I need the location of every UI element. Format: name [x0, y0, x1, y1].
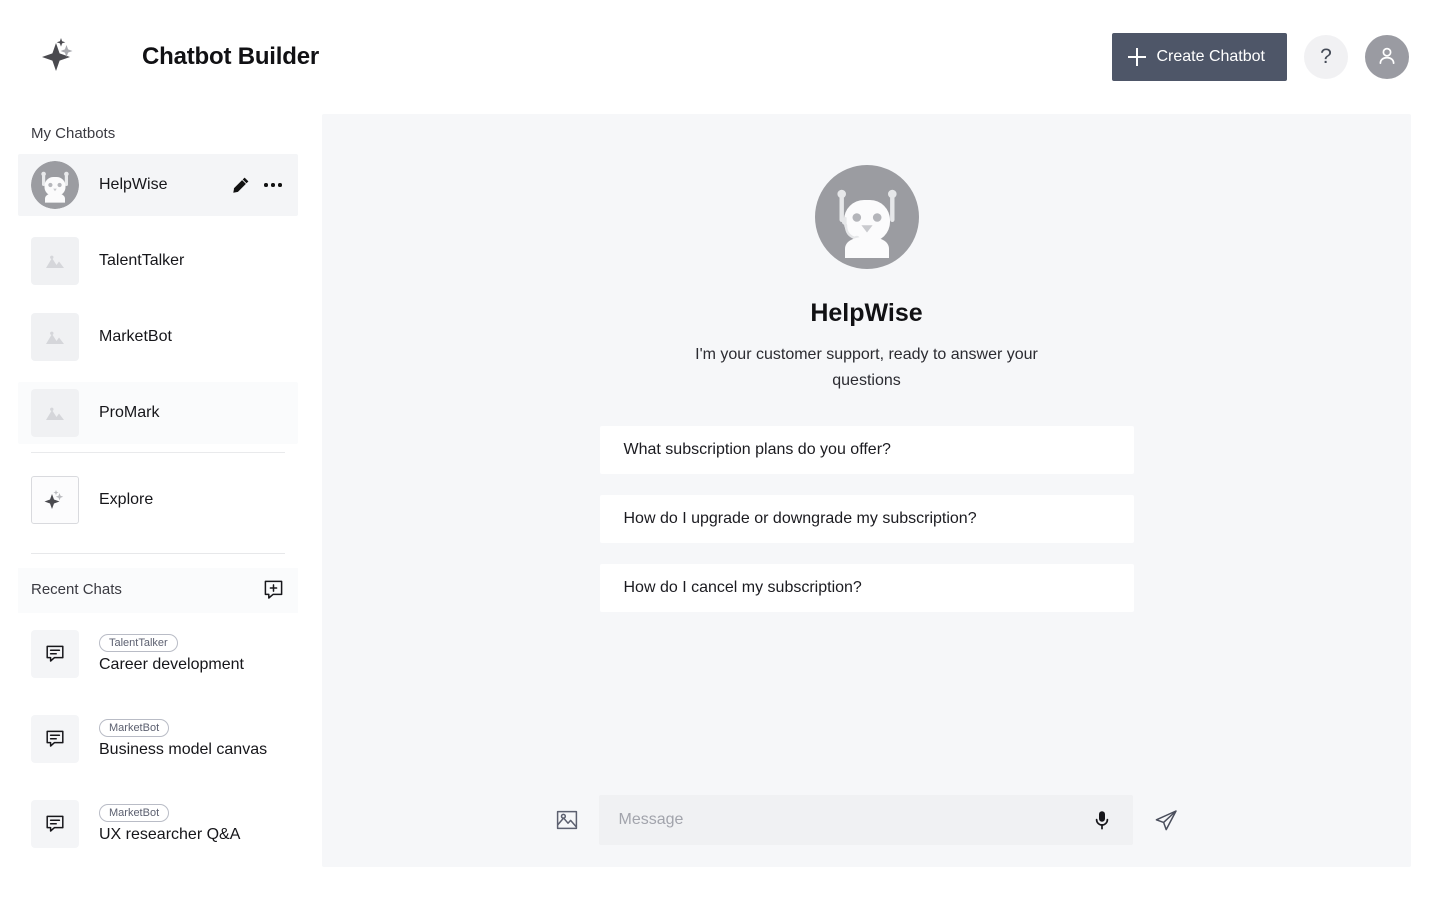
recent-chat-meta: MarketBot Business model canvas	[99, 719, 267, 759]
ellipsis-icon[interactable]	[264, 183, 282, 187]
recent-chat-tag: MarketBot	[99, 719, 169, 737]
app-header: Chatbot Builder Create Chatbot ?	[0, 0, 1440, 115]
chat-bot-tagline: I'm your customer support, ready to answ…	[687, 342, 1047, 394]
chatbot-list: HelpWise TalentTa	[0, 154, 316, 453]
suggestion-list: What subscription plans do you offer? Ho…	[600, 426, 1134, 612]
my-chatbots-label: My Chatbots	[0, 115, 316, 154]
image-placeholder-icon	[31, 237, 79, 285]
recent-chat-item[interactable]: TalentTalker Career development	[18, 623, 298, 685]
chatbot-name: MarketBot	[99, 328, 285, 346]
chatbot-item-marketbot[interactable]: MarketBot	[18, 306, 298, 368]
recent-chat-title: Business model canvas	[99, 741, 267, 759]
recent-chats-label: Recent Chats	[31, 581, 122, 598]
chat-bubble-icon	[31, 630, 79, 678]
chatbot-row-actions	[232, 176, 285, 194]
suggestion-chip[interactable]: How do I cancel my subscription?	[600, 564, 1134, 612]
chatbot-item-promark[interactable]: ProMark	[18, 382, 298, 444]
plus-icon	[1128, 48, 1146, 66]
robot-avatar-icon	[31, 161, 79, 209]
recent-chat-item[interactable]: MarketBot Business model canvas	[18, 708, 298, 770]
create-chatbot-button[interactable]: Create Chatbot	[1112, 33, 1287, 81]
chatbot-name: TalentTalker	[99, 252, 285, 270]
header-actions: Create Chatbot ?	[1112, 33, 1409, 81]
ellipsis-dots	[264, 183, 282, 187]
question-mark-icon: ?	[1320, 45, 1332, 69]
chatbot-name: HelpWise	[99, 176, 232, 194]
recent-chat-title: UX researcher Q&A	[99, 826, 240, 844]
brand: Chatbot Builder	[30, 27, 319, 87]
recent-chat-tag: TalentTalker	[99, 634, 178, 652]
recent-chats-list: TalentTalker Career development MarketBo…	[0, 623, 316, 855]
chatbot-name: ProMark	[99, 404, 285, 422]
recent-chat-item[interactable]: MarketBot UX researcher Q&A	[18, 793, 298, 855]
recent-chat-meta: MarketBot UX researcher Q&A	[99, 804, 240, 844]
image-attach-icon[interactable]	[555, 808, 579, 832]
recent-chat-meta: TalentTalker Career development	[99, 634, 244, 674]
sidebar-section-divider	[31, 553, 285, 554]
suggestion-chip[interactable]: How do I upgrade or downgrade my subscri…	[600, 495, 1134, 543]
app-title: Chatbot Builder	[142, 43, 319, 71]
new-chat-icon[interactable]	[262, 578, 285, 601]
create-chatbot-label: Create Chatbot	[1156, 48, 1265, 66]
pencil-icon[interactable]	[232, 176, 250, 194]
chatbot-item-helpwise[interactable]: HelpWise	[18, 154, 298, 216]
chat-bot-name: HelpWise	[810, 299, 922, 328]
message-input[interactable]	[619, 811, 1081, 829]
chat-bubble-icon	[31, 800, 79, 848]
image-placeholder-icon	[31, 389, 79, 437]
sidebar-item-explore[interactable]: Explore	[18, 469, 298, 531]
chatbot-list-divider	[31, 452, 285, 453]
chat-panel: HelpWise I'm your customer support, read…	[322, 114, 1411, 867]
chat-bubble-icon	[31, 715, 79, 763]
explore-label: Explore	[99, 491, 285, 509]
message-composer	[322, 795, 1411, 845]
sparkle-icon	[31, 476, 79, 524]
send-paper-plane-icon[interactable]	[1153, 807, 1179, 833]
suggestion-chip[interactable]: What subscription plans do you offer?	[600, 426, 1134, 474]
chatbot-item-talenttalker[interactable]: TalentTalker	[18, 230, 298, 292]
microphone-icon[interactable]	[1091, 809, 1113, 831]
app-root: Chatbot Builder Create Chatbot ? My	[0, 0, 1440, 900]
recent-chats-header: Recent Chats	[18, 568, 298, 613]
sparkles-icon	[30, 27, 90, 87]
recent-chat-title: Career development	[99, 656, 244, 674]
account-avatar-button[interactable]	[1365, 35, 1409, 79]
user-avatar-icon	[1375, 44, 1399, 71]
image-placeholder-icon	[31, 313, 79, 361]
robot-headset-avatar-icon	[815, 165, 919, 269]
sidebar: My Chatbots	[0, 115, 316, 900]
recent-chat-tag: MarketBot	[99, 804, 169, 822]
help-button[interactable]: ?	[1304, 35, 1348, 79]
message-field[interactable]	[599, 795, 1133, 845]
